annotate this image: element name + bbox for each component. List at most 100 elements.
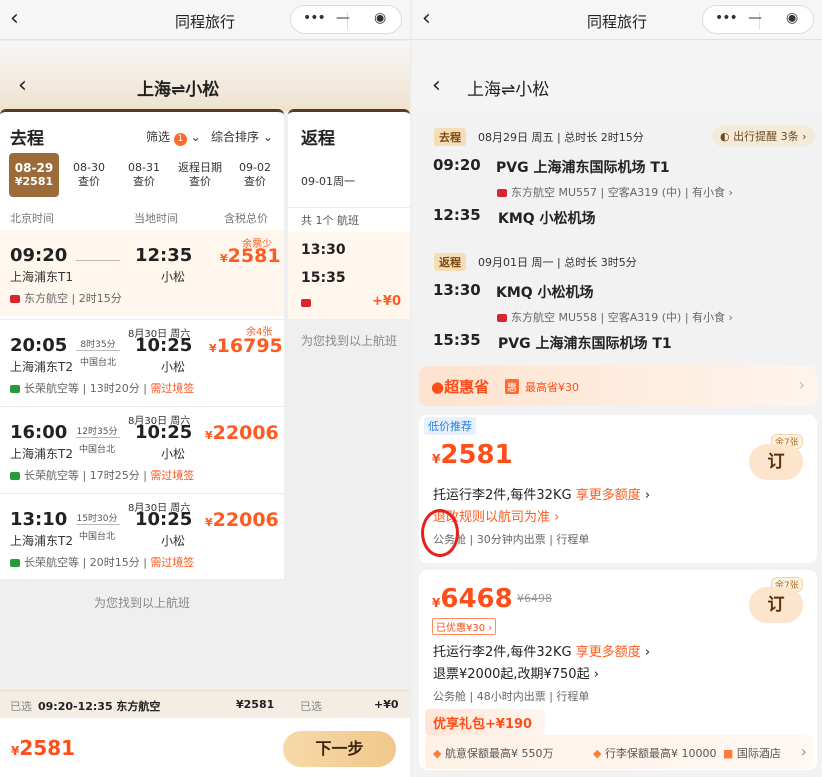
itinerary: 行程单 <box>556 690 590 703</box>
stop-city: 中国台北 <box>78 532 115 542</box>
price-value: 16795 <box>216 335 283 357</box>
offer2-refund[interactable]: 退票¥2000起,改期¥750起 › <box>433 663 599 682</box>
more-dots-icon[interactable]: ••• <box>303 10 326 26</box>
airline-info: 长荣航空等 | 20时15分 | 需过境签 <box>10 554 194 570</box>
minimize-icon[interactable]: — <box>336 10 350 26</box>
offer2-book-button[interactable]: 订 <box>749 587 803 623</box>
more-dots-icon[interactable]: ••• <box>715 10 738 26</box>
date-tab-0830[interactable]: 08-30 查价 <box>64 153 114 197</box>
visa-note: 需过境签 <box>150 556 195 569</box>
arr-airport: 小松 <box>161 360 186 374</box>
more-allowance: 享更多额度 <box>575 645 641 660</box>
china-eastern-logo-icon <box>497 314 507 322</box>
eva-air-logo-icon <box>10 472 20 480</box>
gift-pack-items[interactable]: ◆ 航意保额最高¥ 550万 ◆ 行李保额最高¥ 10000 ■ 国际酒店 › <box>425 735 813 769</box>
airline-name: 长荣航空等 <box>24 382 79 395</box>
promo-bar[interactable]: ●超惠省 惠 最高省¥30 › <box>419 366 817 406</box>
return-card: 返程 09-01周一 共 1个 航班 13:30 15:35 +¥0 <box>288 109 410 319</box>
airline-info: 长荣航空等 | 17时25分 | 需过境签 <box>10 467 194 483</box>
gift-item-2-text: 行李保额最高¥ 10000 <box>604 747 717 760</box>
filter-button[interactable]: 筛选 1 ⌄ <box>146 128 201 146</box>
col-total-price: 含税总价 <box>224 212 268 225</box>
offer2-old-price: ¥6498 <box>517 592 552 605</box>
baggage-text: 托运行李2件,每件32KG <box>433 488 572 503</box>
shield-icon: ◆ <box>433 747 442 760</box>
airline-name: 长荣航空等 <box>24 469 79 482</box>
back-arrow-icon[interactable]: ‹ <box>18 73 27 98</box>
outbound-duration: 总时长 2时15分 <box>564 131 644 144</box>
next-step-button[interactable]: 下一步 <box>283 731 396 767</box>
sort-button[interactable]: 综合排序 ⌄ <box>211 128 273 145</box>
chevron-down-icon: ⌄ <box>190 130 201 144</box>
back-arrow-icon[interactable]: ‹ <box>432 73 441 98</box>
return-pill: 返程 <box>434 253 466 271</box>
flight-row[interactable]: 20:05 上海浦东T2 8时35分 中国台北 8月30日 周六 10:25 小… <box>0 319 284 405</box>
return-count-value: 1个 航班 <box>315 214 360 227</box>
date-tab-0902[interactable]: 09-02 查价 <box>230 153 280 197</box>
outbound-flight-info[interactable]: 东方航空 MU557 | 空客A319 (中) | 有小食 › <box>497 184 733 200</box>
more-allowance: 享更多额度 <box>575 488 641 503</box>
return-arr-airport: PVG 上海浦东国际机场 T1 <box>498 336 672 352</box>
return-count: 共 1个 航班 <box>301 212 359 228</box>
price: ¥2581 <box>220 245 281 267</box>
outbound-pill: 去程 <box>434 128 466 146</box>
col-beijing-time: 北京时间 <box>10 212 54 225</box>
flight-row[interactable]: 09:20 上海浦东T1 12:35 小松 余票少 ¥2581 东方航空 | 2… <box>0 230 284 316</box>
dep-airport: 上海浦东T2 <box>10 534 73 548</box>
ticketing-time: 48小时内出票 <box>476 690 546 703</box>
close-circle-icon[interactable]: ◉ <box>786 10 798 26</box>
dep-time: 16:00 <box>10 422 68 443</box>
gift-item-2: ◆ 行李保额最高¥ 10000 <box>593 745 716 761</box>
stop-city: 中国台北 <box>79 358 116 368</box>
offer1-book-button[interactable]: 订 <box>749 444 803 480</box>
price-value: 22006 <box>212 509 279 531</box>
route-title: 上海⇌小松 <box>137 80 220 100</box>
offer1-baggage[interactable]: 托运行李2件,每件32KG 享更多额度 › <box>433 484 650 503</box>
offer2-price: ¥6468 <box>432 584 513 614</box>
date-sub: 查价 <box>189 175 211 188</box>
dep-airport: 上海浦东T2 <box>10 447 73 461</box>
travel-reminder[interactable]: ◐ 出行提醒 3条 › <box>712 126 815 146</box>
close-circle-icon[interactable]: ◉ <box>374 10 386 26</box>
return-info: 东方航空 MU558 | 空客A319 (中) | 有小食 <box>511 311 726 324</box>
date-tab-0831[interactable]: 08-31 查价 <box>119 153 169 197</box>
col-local-time: 当地时间 <box>134 212 178 225</box>
dep-time: 20:05 <box>10 335 68 356</box>
miniapp-capsule: ••• — ◉ <box>290 5 402 34</box>
chevron-right-icon: › <box>800 742 807 761</box>
arr-time: 10:25 <box>135 509 193 530</box>
chevron-down-icon: ⌄ <box>262 130 273 144</box>
flight-list-screen: ‹ 同程旅行 ••• — ◉ ‹ 上海⇌小松 去程 筛选 1 ⌄ 综合排序 ⌄ … <box>0 0 410 777</box>
promo-name: ●超惠省 <box>431 376 489 397</box>
dep-time: 13:10 <box>10 509 68 530</box>
promo-text: 最高省¥30 <box>525 381 579 394</box>
dep-airport: 上海浦东T1 <box>10 270 73 284</box>
chevron-right-icon: › <box>798 375 805 394</box>
flight-row[interactable]: 13:10 上海浦东T2 15时30分 中国台北 8月30日 周六 10:25 … <box>0 493 284 579</box>
promo-name-text: 超惠省 <box>444 378 490 396</box>
date-tab-0829[interactable]: 08-29 ¥2581 <box>9 153 59 197</box>
return-duration: 总时长 3时5分 <box>564 256 637 269</box>
shield-icon: ◆ <box>593 747 602 760</box>
highlight-circle <box>421 509 459 557</box>
offer2-discount[interactable]: 已优惠¥30 › <box>432 618 497 635</box>
airline-name: 长荣航空等 <box>24 556 79 569</box>
discount-text: 已优惠¥30 <box>436 623 486 634</box>
date-label: 09-02 <box>239 161 271 174</box>
return-date[interactable]: 09-01周一 <box>301 173 355 189</box>
miniapp-topbar: ‹ 同程旅行 ••• — ◉ <box>0 0 410 40</box>
return-flight-row[interactable]: 13:30 15:35 +¥0 <box>288 232 410 319</box>
airline-name: 东方航空 <box>24 292 68 305</box>
dep-airport: 上海浦东T2 <box>10 360 73 374</box>
return-dep-airport: KMQ 小松机场 <box>496 285 594 301</box>
return-arr-time: 15:35 <box>301 270 346 286</box>
total-price-value: 2581 <box>19 736 76 760</box>
return-price: +¥0 <box>372 294 401 309</box>
offer2-baggage[interactable]: 托运行李2件,每件32KG 享更多额度 › <box>433 641 650 660</box>
date-tab-return[interactable]: 返程日期 查价 <box>174 153 226 197</box>
offer1-price: ¥2581 <box>432 440 513 470</box>
minimize-icon[interactable]: — <box>748 10 762 26</box>
return-flight-info[interactable]: 东方航空 MU558 | 空客A319 (中) | 有小食 › <box>497 309 733 325</box>
flight-row[interactable]: 16:00 上海浦东T2 12时35分 中国台北 8月30日 周六 10:25 … <box>0 406 284 492</box>
duration: 13时20分 <box>89 382 140 395</box>
